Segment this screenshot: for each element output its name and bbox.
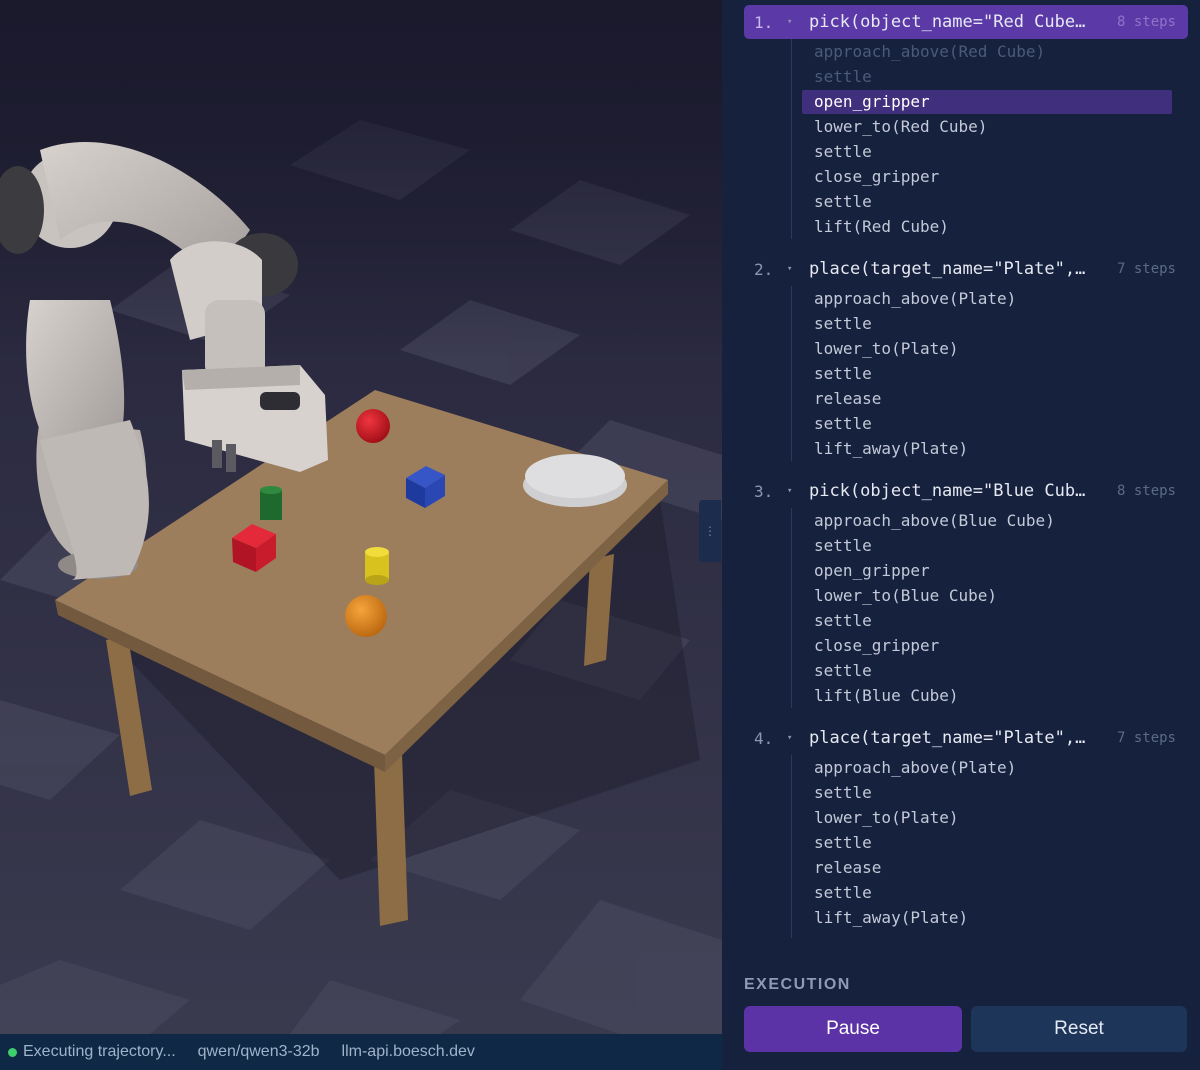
status-dot-icon <box>8 1047 17 1057</box>
step-item[interactable]: lift(Red Cube) <box>802 215 1172 239</box>
step-item[interactable]: settle <box>802 312 1172 336</box>
step-item[interactable]: lift(Blue Cube) <box>802 684 1172 708</box>
task-title: place(target_name="Plate",… <box>809 259 1086 279</box>
chevron-down-icon[interactable]: ▾ <box>787 17 792 27</box>
status-bar: Executing trajectory... qwen/qwen3-32b l… <box>0 1034 722 1070</box>
task-number: 3. <box>754 481 774 501</box>
step-item[interactable]: open_gripper <box>802 90 1172 114</box>
green-can <box>260 486 282 520</box>
task-header-1[interactable]: 1. ▾ pick(object_name="Red Cube… 8 steps <box>744 5 1188 39</box>
chevron-down-icon[interactable]: ▾ <box>787 733 792 743</box>
step-item[interactable]: settle <box>802 534 1172 558</box>
step-item[interactable]: settle <box>802 609 1172 633</box>
plate <box>523 454 627 507</box>
status-text: Executing trajectory... <box>23 1043 176 1060</box>
step-item[interactable]: settle <box>802 362 1172 386</box>
step-item[interactable]: settle <box>802 781 1172 805</box>
step-item[interactable]: approach_above(Red Cube) <box>802 40 1172 64</box>
step-item[interactable]: settle <box>802 831 1172 855</box>
step-item[interactable]: release <box>802 387 1172 411</box>
step-item[interactable]: settle <box>802 190 1172 214</box>
task-header-3[interactable]: 3. ▾ pick(object_name="Blue Cub… 8 steps <box>744 474 1188 508</box>
step-item[interactable]: lower_to(Plate) <box>802 337 1172 361</box>
task-title: pick(object_name="Blue Cub… <box>809 481 1086 501</box>
task-step-count: 7 steps <box>1116 261 1176 277</box>
task-step-count: 7 steps <box>1116 730 1176 746</box>
step-item[interactable]: settle <box>802 412 1172 436</box>
step-item[interactable]: close_gripper <box>802 165 1172 189</box>
task-number: 2. <box>754 259 774 279</box>
step-item[interactable]: close_gripper <box>802 634 1172 658</box>
step-item[interactable]: approach_above(Plate) <box>802 756 1172 780</box>
step-item[interactable]: settle <box>802 659 1172 683</box>
yellow-cylinder <box>365 547 389 585</box>
model-name: qwen/qwen3-32b <box>197 1043 320 1060</box>
simulation-viewport[interactable] <box>0 0 722 1034</box>
task-title: place(target_name="Plate",… <box>809 728 1086 748</box>
task-step-count: 8 steps <box>1116 483 1176 499</box>
chevron-down-icon[interactable]: ▾ <box>787 486 792 496</box>
red-sphere <box>356 409 390 443</box>
step-item[interactable]: lift_away(Plate) <box>802 437 1172 461</box>
task-guide-line <box>791 286 792 461</box>
step-item[interactable]: settle <box>802 140 1172 164</box>
step-item[interactable]: settle <box>802 65 1172 89</box>
task-guide-line <box>791 755 792 938</box>
task-guide-line <box>791 39 792 239</box>
step-item[interactable]: lower_to(Plate) <box>802 806 1172 830</box>
task-header-4[interactable]: 4. ▾ place(target_name="Plate",… 7 steps <box>744 721 1188 755</box>
step-item[interactable]: release <box>802 856 1172 880</box>
reset-button[interactable]: Reset <box>971 1006 1187 1052</box>
plan-list[interactable]: 1. ▾ pick(object_name="Red Cube… 8 steps app… <box>722 0 1200 950</box>
task-step-count: 8 steps <box>1116 14 1176 30</box>
task-guide-line <box>791 508 792 708</box>
step-item[interactable]: lower_to(Red Cube) <box>802 115 1172 139</box>
chevron-down-icon[interactable]: ▾ <box>787 264 792 274</box>
scene-render <box>0 0 722 1034</box>
step-item[interactable]: lift_away(Plate) <box>802 906 1172 930</box>
task-number: 4. <box>754 728 774 748</box>
step-item[interactable]: settle <box>802 881 1172 905</box>
plan-panel: 1. ▾ pick(object_name="Red Cube… 8 steps app… <box>722 0 1200 1070</box>
step-item[interactable]: lower_to(Blue Cube) <box>802 584 1172 608</box>
step-item[interactable]: approach_above(Plate) <box>802 287 1172 311</box>
pause-button[interactable]: Pause <box>744 1006 962 1052</box>
step-item[interactable]: approach_above(Blue Cube) <box>802 509 1172 533</box>
panel-resize-handle[interactable]: ⋮ <box>699 500 721 562</box>
orange-sphere <box>345 595 387 637</box>
step-item[interactable]: open_gripper <box>802 559 1172 583</box>
task-title: pick(object_name="Red Cube… <box>809 12 1086 32</box>
task-header-2[interactable]: 2. ▾ place(target_name="Plate",… 7 steps <box>744 252 1188 286</box>
execution-section-label: EXECUTION <box>744 976 851 993</box>
api-host: llm-api.boesch.dev <box>341 1043 475 1060</box>
task-number: 1. <box>754 12 774 32</box>
